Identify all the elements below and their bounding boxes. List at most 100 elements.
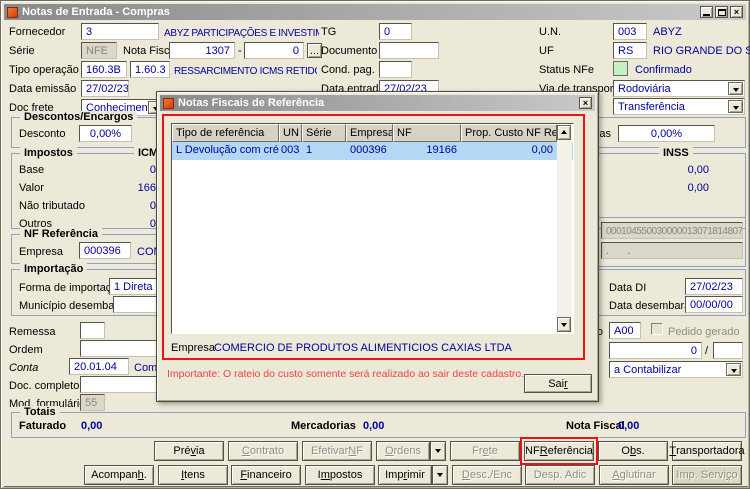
itens-button[interactable]: Itens bbox=[158, 465, 228, 485]
desconto-field[interactable]: 0,00% bbox=[79, 125, 132, 142]
un-field[interactable]: 003 bbox=[613, 23, 647, 40]
desc-enc-button[interactable]: Desc./Enc bbox=[452, 465, 522, 485]
chave-acesso-field: 0001045500300000130718148071 bbox=[601, 222, 743, 239]
efetivar-nf-button[interactable]: Efetivar NF bbox=[302, 441, 372, 461]
ordens-button[interactable]: Ordens bbox=[376, 441, 430, 461]
maximize-button[interactable] bbox=[715, 6, 728, 18]
tg-field[interactable]: 0 bbox=[379, 23, 412, 40]
cond-pag-label: Cond. pag. bbox=[321, 64, 375, 77]
imprimir-dropdown-arrow[interactable] bbox=[432, 465, 448, 485]
dropdown-arrow-icon[interactable] bbox=[728, 82, 743, 95]
dropdown-arrow-icon[interactable] bbox=[728, 100, 743, 113]
triangle-up-icon bbox=[561, 127, 567, 134]
faturado-label: Faturado bbox=[19, 420, 66, 433]
doc-completo-label: Doc. completo bbox=[9, 380, 79, 393]
cell-tipo-referencia: L Devolução com crédito bbox=[172, 142, 279, 160]
un-name: ABYZ bbox=[653, 26, 682, 39]
pedido-field[interactable]: A00 bbox=[609, 322, 641, 339]
documento-numero-field[interactable]: 0 bbox=[609, 342, 702, 359]
pedido-gerado-label: Pedido gerado bbox=[668, 326, 740, 339]
empresa-field[interactable]: 000396 bbox=[79, 242, 131, 259]
tg-label: TG bbox=[321, 26, 336, 39]
main-window: Notas de Entrada - Compras × Fornecedor … bbox=[0, 0, 750, 489]
cond-pag-field[interactable] bbox=[379, 61, 412, 78]
despesas-acessorias-field[interactable]: 0,00% bbox=[618, 125, 715, 142]
data-emissao-label: Data emissão bbox=[9, 83, 76, 96]
transportadora-button[interactable]: Transportadora bbox=[672, 441, 742, 461]
column-header[interactable]: Empresa bbox=[346, 124, 393, 142]
transporte2-select[interactable]: Transferência bbox=[613, 98, 745, 115]
main-titlebar: Notas de Entrada - Compras × bbox=[4, 4, 746, 20]
close-icon: × bbox=[734, 8, 739, 17]
column-header[interactable]: Prop. Custo NF Ref. bbox=[461, 124, 557, 142]
status-nfe-label: Status NFe bbox=[539, 64, 594, 77]
nf-referencia-button[interactable]: NF Referência bbox=[524, 441, 594, 461]
contrato-button[interactable]: Contrato bbox=[228, 441, 298, 461]
sair-button[interactable]: Sair bbox=[524, 374, 592, 393]
table-row[interactable]: L Devolução com crédito 003 1 000396 191… bbox=[172, 142, 573, 160]
aglutinar-button[interactable]: Aglutinar bbox=[599, 465, 669, 485]
documento-field[interactable] bbox=[379, 42, 439, 59]
uf-field[interactable]: RS bbox=[613, 42, 647, 59]
data-emissao-field[interactable]: 27/02/23 bbox=[81, 80, 129, 97]
forma-importacao-label: Forma de importação bbox=[19, 282, 124, 295]
tipo-operacao-field2[interactable]: 1.60.3 bbox=[130, 61, 170, 78]
vertical-scrollbar[interactable] bbox=[557, 125, 572, 332]
column-header[interactable]: UN bbox=[279, 124, 302, 142]
uf-name: RIO GRANDE DO SUL bbox=[653, 45, 750, 58]
tipo-operacao-desc: RESSARCIMENTO ICMS RETIDO POR bbox=[174, 65, 317, 78]
remessa-label: Remessa bbox=[9, 326, 55, 339]
imp-servico-button[interactable]: Imp. Serviço bbox=[672, 465, 742, 485]
nota-fiscal-field[interactable]: 1307 bbox=[169, 42, 235, 59]
column-header[interactable]: NF bbox=[393, 124, 461, 142]
obs-button[interactable]: Obs. bbox=[598, 441, 668, 461]
browse-button[interactable]: ... bbox=[307, 43, 322, 58]
dropdown-arrow-icon[interactable] bbox=[726, 363, 741, 376]
serie-field: NFE bbox=[81, 42, 117, 59]
un-label: U.N. bbox=[539, 26, 561, 39]
pedido-gerado-checkbox[interactable] bbox=[651, 323, 663, 335]
scroll-down-button[interactable] bbox=[557, 317, 571, 332]
column-header[interactable]: Série bbox=[302, 124, 346, 142]
impostos-button[interactable]: Impostos bbox=[305, 465, 375, 485]
scroll-up-button[interactable] bbox=[557, 125, 571, 140]
uf-label: UF bbox=[539, 45, 554, 58]
remessa-field[interactable] bbox=[80, 322, 105, 339]
data-di-field[interactable]: 27/02/23 bbox=[685, 278, 743, 295]
inss-column-title: INSS bbox=[659, 147, 693, 160]
dialog-titlebar: Notas Fiscais de Referência × bbox=[160, 95, 595, 111]
dialog-close-button[interactable]: × bbox=[579, 97, 592, 109]
doc-completo-field[interactable] bbox=[80, 376, 164, 393]
bottom-divider bbox=[4, 486, 748, 487]
ordem-field[interactable] bbox=[80, 340, 164, 357]
tipo-operacao-field[interactable]: 160.3B bbox=[81, 61, 127, 78]
nota-fiscal-total-value: 0,00 bbox=[618, 420, 639, 433]
data-desembaraco-field[interactable]: 00/00/00 bbox=[685, 296, 743, 313]
previa-button[interactable]: Prévia bbox=[154, 441, 224, 461]
groupbox-title: Totais bbox=[20, 406, 60, 419]
desp-adic-button[interactable]: Desp. Adic bbox=[525, 465, 595, 485]
nota-fiscal-total-label: Nota Fiscal bbox=[566, 420, 625, 433]
data-di-label: Data DI bbox=[609, 282, 646, 295]
close-button[interactable]: × bbox=[730, 6, 743, 18]
fornecedor-field[interactable]: 3 bbox=[81, 23, 159, 40]
acompanh-button[interactable]: Acompanh. bbox=[84, 465, 154, 485]
dialog-title: Notas Fiscais de Referência bbox=[178, 97, 577, 109]
window-title: Notas de Entrada - Compras bbox=[22, 6, 698, 18]
financeiro-button[interactable]: Financeiro bbox=[231, 465, 301, 485]
imprimir-button[interactable]: Imprimir bbox=[378, 465, 432, 485]
mod-formulario-field: 55 bbox=[80, 394, 105, 411]
minimize-button[interactable] bbox=[700, 6, 713, 18]
ordens-dropdown-arrow[interactable] bbox=[430, 441, 446, 461]
frete-button[interactable]: Frete bbox=[450, 441, 520, 461]
numero-seq-field[interactable] bbox=[713, 342, 743, 359]
via-transporte-select[interactable]: Rodoviária bbox=[613, 80, 745, 97]
nf-referencia-dialog: Notas Fiscais de Referência × Tipo de re… bbox=[156, 91, 599, 402]
triangle-down-icon bbox=[561, 323, 567, 330]
nota-fiscal-seq-field[interactable]: 0 bbox=[244, 42, 304, 59]
conta-field[interactable]: 20.01.04 bbox=[69, 358, 129, 375]
warning-text: Importante: O rateio do custo somente se… bbox=[167, 368, 524, 380]
desconto-label: Desconto bbox=[19, 128, 65, 141]
contabilizar-select[interactable]: a Contabilizar bbox=[609, 361, 743, 378]
column-header[interactable]: Tipo de referência bbox=[172, 124, 279, 142]
